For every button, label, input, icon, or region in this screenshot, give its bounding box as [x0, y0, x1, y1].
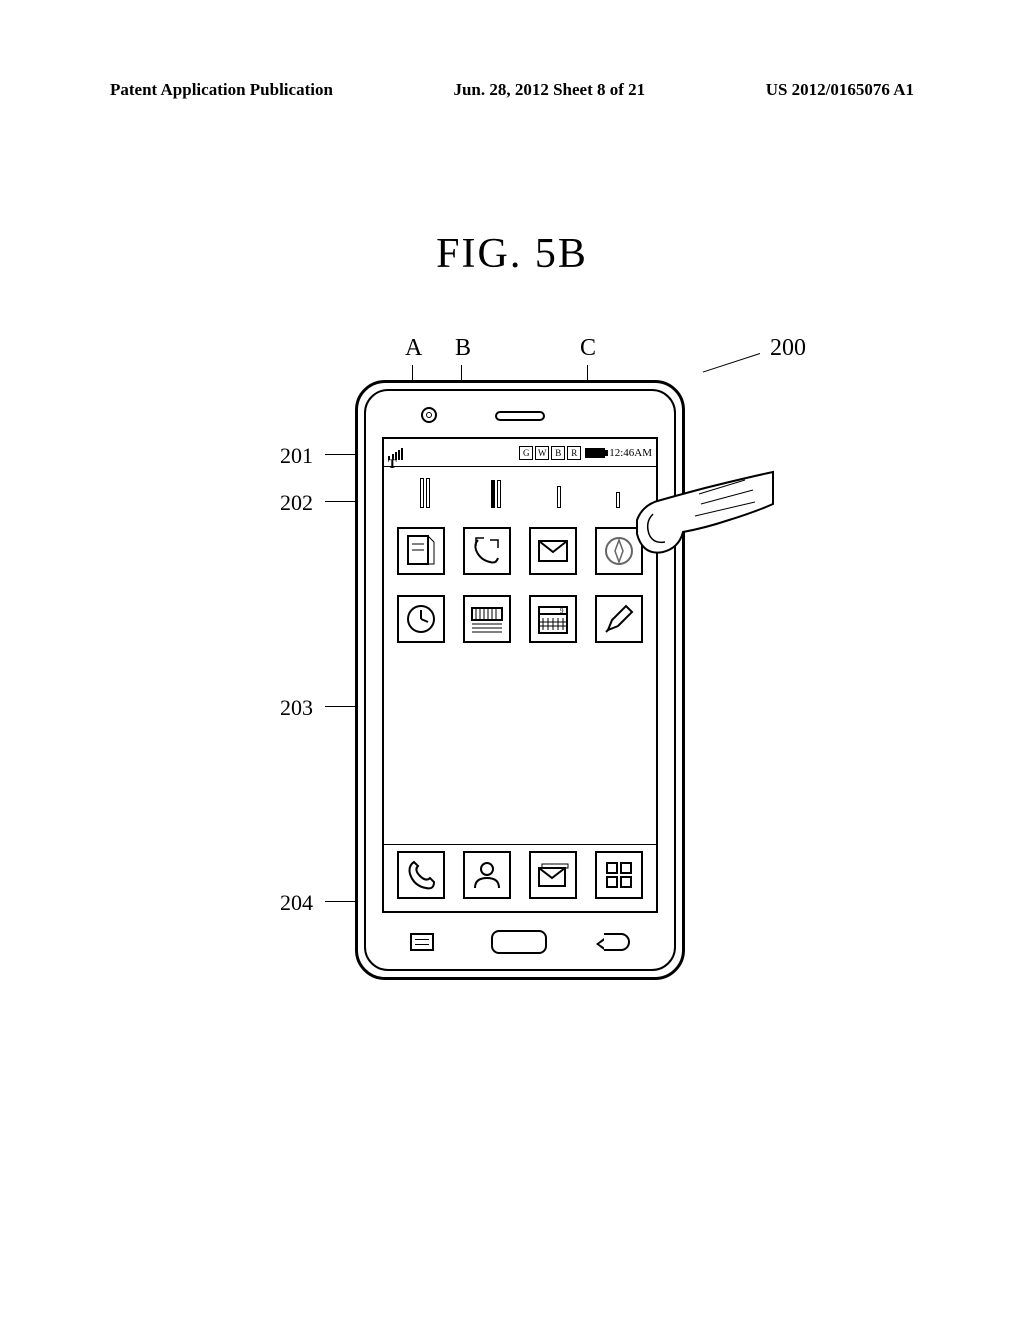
page-indicator-1[interactable] — [420, 476, 436, 508]
phone-bezel: T G W B R 12:46AM — [364, 389, 676, 971]
status-time: 12:46AM — [609, 447, 652, 459]
compass-icon — [602, 534, 636, 568]
battery-icon — [585, 448, 605, 458]
dock-bar — [384, 844, 656, 905]
home-button[interactable] — [491, 930, 547, 954]
app-row-2: 9 — [384, 585, 656, 653]
app-pencil[interactable] — [595, 595, 643, 643]
dock-apps[interactable] — [595, 851, 643, 899]
app-compass[interactable] — [595, 527, 643, 575]
callout-B: B — [455, 335, 471, 362]
app-mail[interactable] — [529, 527, 577, 575]
app-clock[interactable] — [397, 595, 445, 643]
menu-button[interactable] — [410, 933, 434, 951]
status-bar: T G W B R 12:46AM — [384, 439, 656, 467]
status-icon-2: W — [535, 446, 549, 460]
dock-messages[interactable] — [529, 851, 577, 899]
signal-icon: T — [388, 446, 406, 460]
callout-203: 203 — [280, 695, 313, 721]
callout-A: A — [405, 335, 422, 362]
header-center: Jun. 28, 2012 Sheet 8 of 21 — [453, 80, 645, 100]
keyboard-icon — [470, 602, 504, 636]
notepad-icon — [404, 534, 438, 568]
header-left: Patent Application Publication — [110, 80, 333, 100]
app-calls[interactable] — [463, 527, 511, 575]
phone-arrows-icon — [470, 534, 504, 568]
dock-phone[interactable] — [397, 851, 445, 899]
screen[interactable]: T G W B R 12:46AM — [382, 437, 658, 913]
earpiece-speaker — [495, 411, 545, 421]
app-notepad[interactable] — [397, 527, 445, 575]
page-indicator-3[interactable] — [557, 476, 561, 508]
callout-202: 202 — [280, 490, 313, 516]
page-indicator-2[interactable] — [491, 476, 501, 508]
callout-200: 200 — [770, 335, 806, 362]
status-icon-3: B — [551, 446, 565, 460]
page-header: Patent Application Publication Jun. 28, … — [0, 80, 1024, 100]
app-calendar[interactable]: 9 — [529, 595, 577, 643]
callout-201: 201 — [280, 443, 313, 469]
camera-icon — [421, 407, 437, 423]
page-indicator-4[interactable] — [616, 476, 620, 508]
status-icon-1: G — [519, 446, 533, 460]
grid-icon — [602, 858, 636, 892]
callout-C: C — [580, 335, 596, 362]
svg-text:9: 9 — [560, 607, 564, 615]
person-icon — [470, 858, 504, 892]
hardware-buttons — [382, 927, 658, 957]
app-row-1 — [384, 517, 656, 585]
dock-contacts[interactable] — [463, 851, 511, 899]
header-right: US 2012/0165076 A1 — [766, 80, 914, 100]
app-keyboard[interactable] — [463, 595, 511, 643]
phone-icon — [404, 858, 438, 892]
back-button[interactable] — [604, 933, 630, 951]
calendar-icon: 9 — [536, 602, 570, 636]
figure-title: FIG. 5B — [0, 230, 1024, 278]
homescreen-pager[interactable] — [384, 467, 656, 517]
leader-line-200 — [703, 353, 760, 372]
envelope-icon — [536, 534, 570, 568]
status-icon-4: R — [567, 446, 581, 460]
clock-icon — [404, 602, 438, 636]
pencil-icon — [602, 602, 636, 636]
phone-body: T G W B R 12:46AM — [355, 380, 685, 980]
envelope-stack-icon — [536, 858, 570, 892]
callout-204: 204 — [280, 890, 313, 916]
